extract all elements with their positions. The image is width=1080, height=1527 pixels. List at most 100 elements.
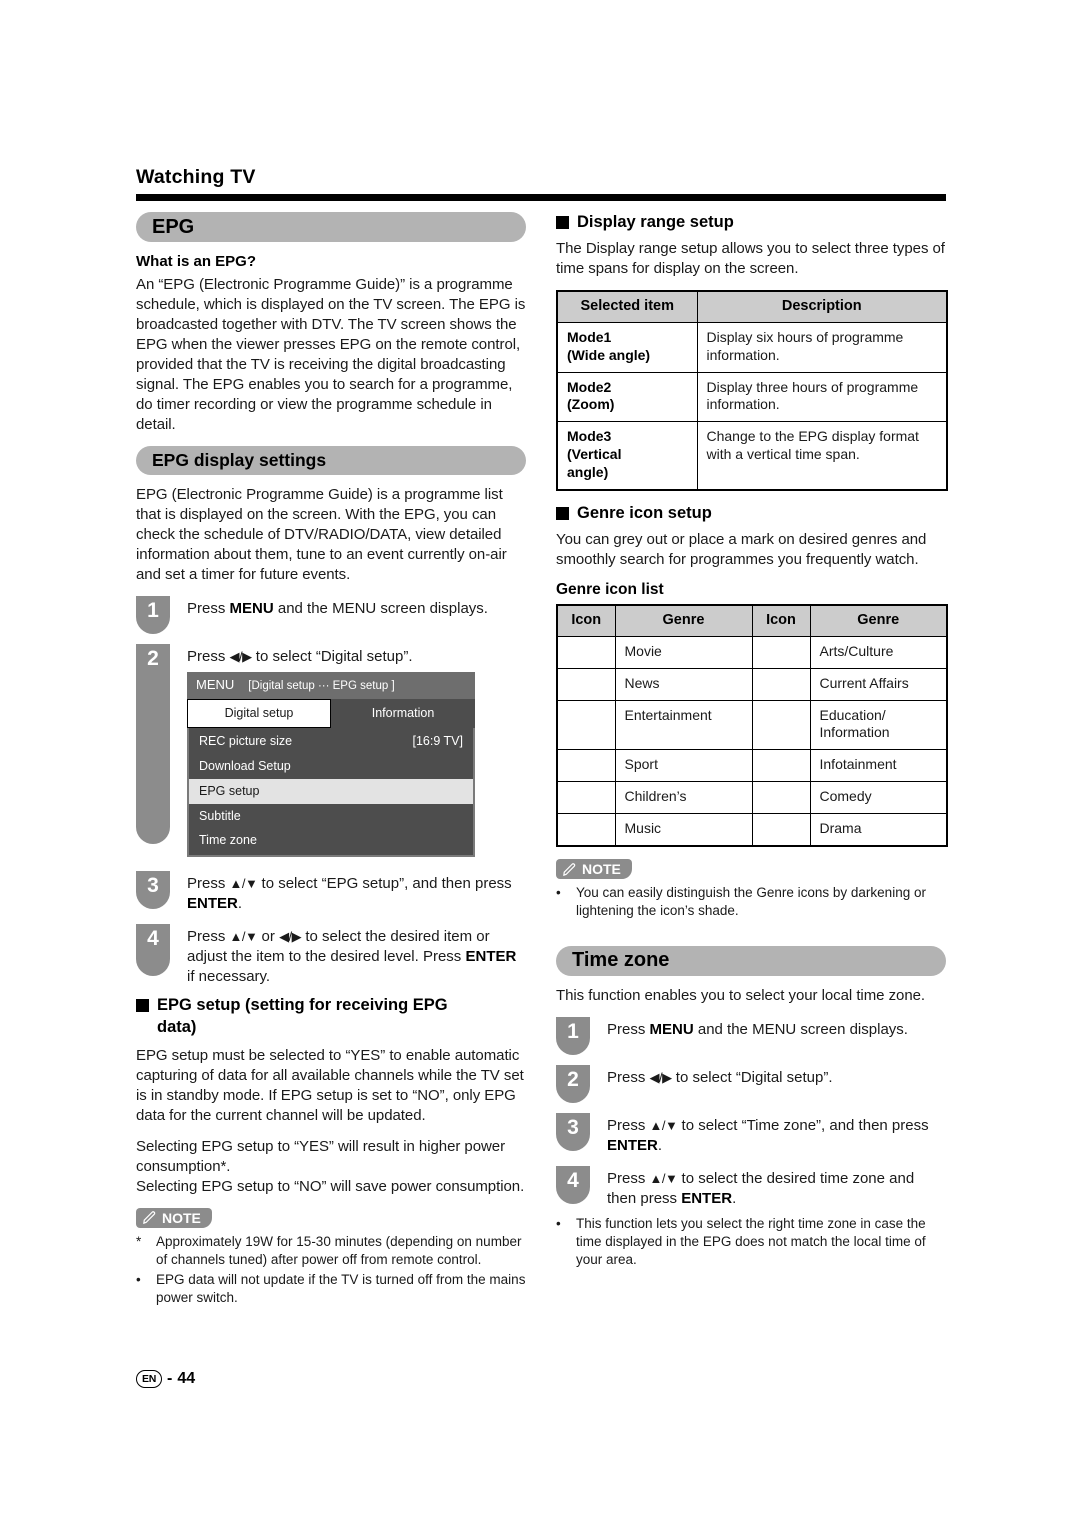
step-4: 4 Press ▲/▼ to select the desired time z… xyxy=(556,1166,946,1209)
time-zone-body: This function enables you to select your… xyxy=(556,986,926,1004)
tv-menu-breadcrumb: [Digital setup ··· EPG setup ] xyxy=(248,680,395,693)
step-instruction: Press ◀/▶ to select “Digital setup”. xyxy=(607,1068,833,1086)
genre-name: Entertainment xyxy=(614,699,753,751)
tv-menu-tab-digital-setup[interactable]: Digital setup xyxy=(187,698,331,729)
mode-description: Display three hours of programme informa… xyxy=(696,371,948,423)
genre-name: Comedy xyxy=(809,781,948,815)
tv-menu-item-label: Subtitle xyxy=(199,808,241,823)
tv-menu-list: REC picture size [16:9 TV] Download Setu… xyxy=(187,728,475,857)
genre-name: Infotainment xyxy=(809,749,948,783)
tv-menu-titlebar: MENU [Digital setup ··· EPG setup ] xyxy=(187,672,475,699)
black-square-bullet-icon xyxy=(136,999,149,1013)
note-label: NOTE xyxy=(162,1209,201,1226)
display-range-setup-body: The Display range setup allows you to se… xyxy=(556,240,945,278)
genre-icon-cell xyxy=(751,749,811,783)
genre-icon-cell xyxy=(556,699,616,751)
table-header-icon-right: Icon xyxy=(751,604,811,637)
mode-description: Display six hours of programme informati… xyxy=(696,321,948,373)
note-marker: * xyxy=(136,1233,142,1249)
tv-menu-item-label: EPG setup xyxy=(199,783,260,798)
table-header-selected-item: Selected item xyxy=(556,290,698,323)
table-header-icon-left: Icon xyxy=(556,604,616,637)
table-row: Music Drama xyxy=(556,813,948,847)
step-instruction: Press ▲/▼ or ◀/▶ to select the desired i… xyxy=(187,928,517,986)
genre-name: Education/ Information xyxy=(809,699,948,751)
genre-icon-cell xyxy=(751,667,811,701)
pencil-icon xyxy=(142,1210,157,1225)
step-1: 1 Press MENU and the MENU screen display… xyxy=(136,596,526,634)
step-3: 3 Press ▲/▼ to select “Time zone”, and t… xyxy=(556,1112,946,1156)
epg-setup-heading-line2: data) xyxy=(157,1017,197,1036)
step-number-badge: 3 xyxy=(556,1112,590,1151)
tv-menu-item-download-setup[interactable]: Download Setup xyxy=(189,754,473,779)
running-head: Watching TV xyxy=(136,166,256,188)
section-heading-epg: EPG xyxy=(136,212,526,242)
tv-menu-item-subtitle[interactable]: Subtitle xyxy=(189,804,473,829)
closing-note-list: • This function lets you select the righ… xyxy=(556,1215,946,1269)
tv-menu-item-epg-setup[interactable]: EPG setup xyxy=(189,778,473,804)
genre-icon-cell xyxy=(556,635,616,669)
tv-menu-mockup: MENU [Digital setup ··· EPG setup ] Digi… xyxy=(187,672,475,857)
genre-icon-cell xyxy=(556,781,616,815)
note-item: * Approximately 19W for 15-30 minutes (d… xyxy=(136,1233,526,1269)
left-column: EPG What is an EPG? An “EPG (Electronic … xyxy=(136,212,526,1309)
epg-setup-heading: EPG setup (setting for receiving EPG dat… xyxy=(136,995,526,1037)
genre-name: Movie xyxy=(614,635,753,669)
genre-name: Current Affairs xyxy=(809,667,948,701)
tv-menu-item-rec-picture-size[interactable]: REC picture size [16:9 TV] xyxy=(189,729,473,754)
note-item: • This function lets you select the righ… xyxy=(556,1215,946,1269)
note-item: • You can easily distinguish the Genre i… xyxy=(556,884,946,920)
genre-icon-setup-body: You can grey out or place a mark on desi… xyxy=(556,531,927,569)
note-text: EPG data will not update if the TV is tu… xyxy=(156,1271,526,1305)
note-item: • EPG data will not update if the TV is … xyxy=(136,1271,526,1307)
display-range-table: Selected item Description Mode1 (Wide an… xyxy=(556,290,948,492)
page-footer: EN - 44 xyxy=(136,1370,195,1388)
epg-setup-body-2b: Selecting EPG setup to “NO” will save po… xyxy=(136,1177,525,1195)
note-label: NOTE xyxy=(582,861,621,878)
tv-menu-label: MENU xyxy=(196,677,235,693)
step-2: 2 Press ◀/▶ to select “Digital setup”. M… xyxy=(136,644,526,857)
note-text: This function lets you select the right … xyxy=(576,1216,926,1268)
genre-icon-cell xyxy=(751,635,811,669)
tv-menu-item-label: Time zone xyxy=(199,833,257,848)
display-range-setup-heading: Display range setup xyxy=(556,212,946,233)
step-instruction: Press ◀/▶ to select “Digital setup”. MEN… xyxy=(187,644,526,857)
what-is-epg-body: An “EPG (Electronic Programme Guide)” is… xyxy=(136,275,526,433)
manual-page: Watching TV EPG What is an EPG? An “EPG … xyxy=(0,0,1080,1527)
page-number: 44 xyxy=(177,1370,196,1387)
table-row: Mode2 (Zoom) Display three hours of prog… xyxy=(556,371,948,423)
step-1: 1 Press MENU and the MENU screen display… xyxy=(556,1016,946,1055)
tv-menu-tabs: Digital setup Information xyxy=(187,698,475,729)
epg-setup-heading-line1: EPG setup (setting for receiving EPG xyxy=(157,996,448,1015)
tv-menu-item-time-zone[interactable]: Time zone xyxy=(189,828,473,853)
table-row: Entertainment Education/ Information xyxy=(556,699,948,751)
table-row: Mode1 (Wide angle) Display six hours of … xyxy=(556,321,948,373)
note-marker: • xyxy=(556,1216,561,1232)
genre-icon-cell xyxy=(556,749,616,783)
note-text: Approximately 19W for 15-30 minutes (dep… xyxy=(156,1233,522,1267)
table-header-genre-right: Genre xyxy=(809,604,948,637)
step-3: 3 Press ▲/▼ to select “EPG setup”, and t… xyxy=(136,871,526,914)
genre-name: Music xyxy=(614,813,753,847)
note-text: You can easily distinguish the Genre ico… xyxy=(576,885,926,919)
tv-menu-tab-information[interactable]: Information xyxy=(331,698,475,729)
mode-name: Mode1 (Wide angle) xyxy=(556,321,698,373)
epg-setup-body-2a: Selecting EPG setup to “YES” will result… xyxy=(136,1137,506,1175)
black-square-bullet-icon xyxy=(556,216,569,229)
tv-menu-item-label: REC picture size xyxy=(199,734,293,749)
step-number-badge: 2 xyxy=(136,644,170,844)
what-is-epg-heading: What is an EPG? xyxy=(136,253,257,270)
genre-name: Children’s xyxy=(614,781,753,815)
step-number-badge: 1 xyxy=(136,596,170,634)
genre-icon-list-heading: Genre icon list xyxy=(556,581,664,599)
step-number-badge: 4 xyxy=(556,1166,590,1205)
step-instruction: Press MENU and the MENU screen displays. xyxy=(187,600,488,617)
epg-setup-body-1: EPG setup must be selected to “YES” to e… xyxy=(136,1046,524,1124)
step-number-badge: 3 xyxy=(136,871,170,909)
table-header-description: Description xyxy=(696,290,948,323)
table-row: News Current Affairs xyxy=(556,667,948,701)
step-number-badge: 1 xyxy=(556,1016,590,1055)
mode-name: Mode3 (Vertical angle) xyxy=(556,421,698,491)
table-row: Mode3 (Vertical angle) Change to the EPG… xyxy=(556,421,948,491)
genre-name: Sport xyxy=(614,749,753,783)
